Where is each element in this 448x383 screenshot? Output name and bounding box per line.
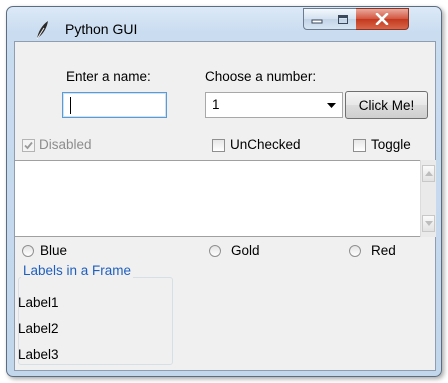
radio-gold-label[interactable]: Gold: [231, 243, 260, 258]
radio-gold[interactable]: [209, 245, 221, 257]
checkmark-icon: [24, 141, 33, 150]
disabled-checkbox-label: Disabled: [39, 137, 92, 152]
frame-label-3: Label3: [18, 347, 59, 362]
app-window: Python GUI Enter a name: Choose a number…: [6, 6, 442, 377]
labels-frame-title: Labels in a Frame: [21, 263, 134, 278]
radio-red[interactable]: [349, 245, 361, 257]
vertical-scrollbar[interactable]: [420, 160, 436, 237]
frame-label-2: Label2: [18, 321, 59, 336]
close-icon: [356, 9, 408, 29]
scroll-down-icon: [425, 221, 433, 226]
radio-blue[interactable]: [22, 245, 34, 257]
scroll-down-button[interactable]: [422, 215, 435, 232]
window-title: Python GUI: [65, 21, 138, 37]
text-caret: [70, 97, 71, 114]
client-area: Enter a name: Choose a number: 1 Click M…: [14, 41, 436, 371]
maximize-icon: [330, 9, 356, 29]
feather-icon: [36, 21, 48, 40]
scroll-up-icon: [425, 171, 433, 176]
scroll-up-button[interactable]: [422, 165, 435, 182]
maximize-button[interactable]: [330, 8, 357, 30]
close-button[interactable]: [356, 8, 409, 30]
minimize-icon: [304, 9, 330, 29]
unchecked-checkbox[interactable]: [212, 139, 225, 152]
name-input[interactable]: [62, 92, 167, 118]
disabled-checkbox: [22, 139, 35, 152]
frame-label-1: Label1: [18, 295, 59, 310]
number-combobox-value: 1: [212, 97, 220, 112]
toggle-checkbox[interactable]: [353, 139, 366, 152]
chevron-down-icon: [327, 103, 336, 108]
number-label: Choose a number:: [205, 69, 317, 84]
unchecked-checkbox-label[interactable]: UnChecked: [230, 137, 301, 152]
name-label: Enter a name:: [66, 69, 151, 84]
minimize-button[interactable]: [303, 8, 331, 30]
radio-red-label[interactable]: Red: [371, 243, 396, 258]
radio-blue-label[interactable]: Blue: [40, 243, 67, 258]
toggle-checkbox-label[interactable]: Toggle: [371, 137, 411, 152]
click-me-button[interactable]: Click Me!: [345, 91, 428, 119]
scrolled-text-area[interactable]: [15, 160, 421, 237]
number-combobox[interactable]: 1: [205, 92, 343, 118]
